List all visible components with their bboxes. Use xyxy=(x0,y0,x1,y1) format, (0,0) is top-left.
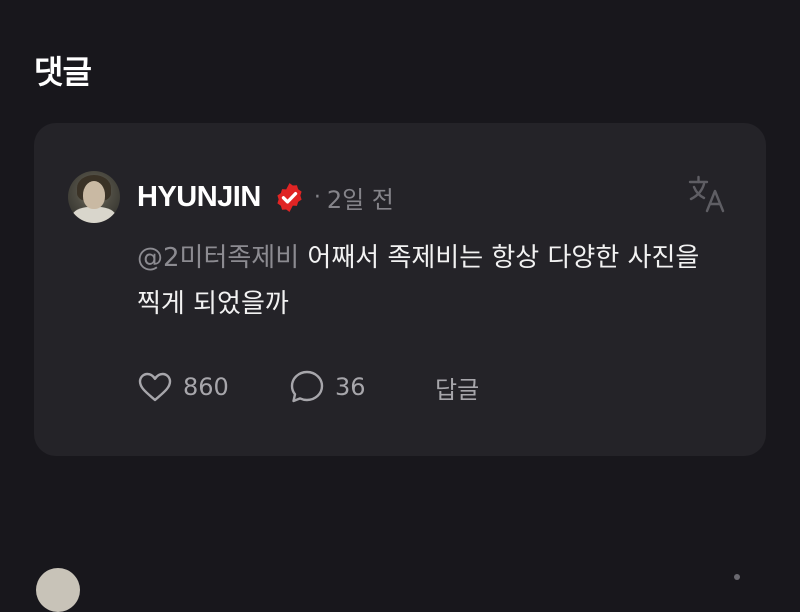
like-count: 860 xyxy=(183,373,229,401)
translate-icon[interactable] xyxy=(686,173,728,215)
author-name[interactable]: HYUNJIN xyxy=(137,181,261,214)
avatar[interactable] xyxy=(68,171,120,223)
replies-button[interactable]: 36 xyxy=(289,369,435,405)
speech-bubble-icon xyxy=(290,370,324,403)
verified-badge-icon xyxy=(273,181,306,214)
like-button[interactable]: 860 xyxy=(137,371,289,403)
mention-link[interactable]: @2미터족제비 xyxy=(137,243,299,273)
heart-icon xyxy=(138,372,172,402)
comment-header: HYUNJIN · 2일 전 xyxy=(137,175,394,219)
comment-actions: 860 36 답글 xyxy=(137,367,479,407)
comment-body: @2미터족제비 어째서 족제비는 항상 다양한 사진을 찍게 되었을까 xyxy=(137,235,727,327)
separator-dot: · xyxy=(313,184,321,210)
reply-count: 36 xyxy=(335,373,366,401)
next-comment-more-icon[interactable] xyxy=(734,574,740,580)
timestamp: 2일 전 xyxy=(326,185,394,214)
section-title: 댓글 xyxy=(34,53,92,91)
comment-card: HYUNJIN · 2일 전 @2미터족제비 어째서 족제비는 항상 다양한 사… xyxy=(34,123,766,456)
next-comment-avatar[interactable] xyxy=(36,568,80,612)
reply-button[interactable]: 답글 xyxy=(435,370,479,405)
